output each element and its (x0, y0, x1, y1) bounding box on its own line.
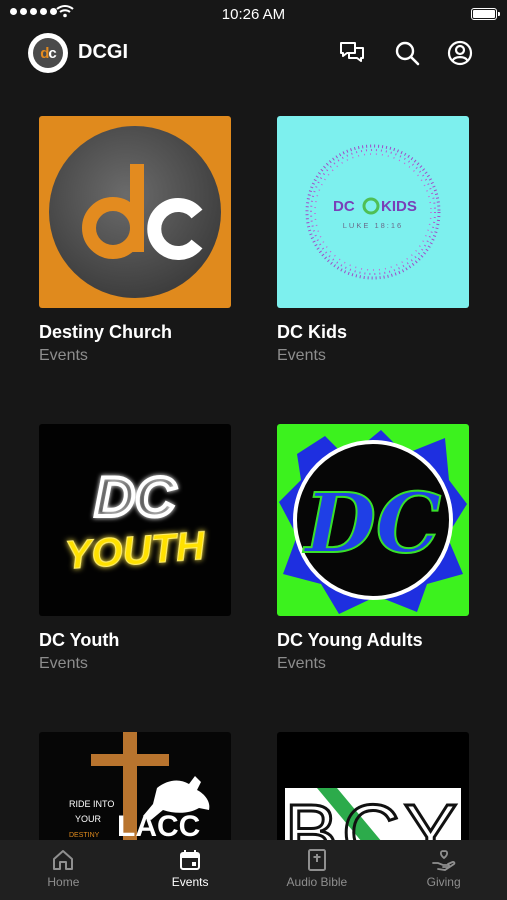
dc-young-adults-logo-dc: DC (303, 476, 441, 572)
account-icon[interactable] (446, 39, 474, 67)
app-title: DCGI (78, 41, 128, 63)
tab-label: Audio Bible (286, 875, 348, 889)
tab-giving[interactable]: Giving (380, 840, 507, 900)
dc-youth-logo-dc: DC (95, 465, 177, 528)
tab-label: Home (47, 875, 80, 889)
group-name: DC Youth (39, 630, 120, 650)
lacc-logo-line-1: RIDE INTO (69, 799, 114, 809)
group-subtitle: Events (39, 347, 88, 364)
dc-kids-logo: DC KIDS LUKE 18:16 (277, 116, 469, 308)
status-time: 10:26 AM (221, 6, 286, 23)
chat-icon[interactable] (338, 39, 366, 67)
group-name: Destiny Church (39, 322, 173, 342)
dc-kids-logo-dc: DC (333, 198, 355, 215)
group-card-dc-kids[interactable]: DC KIDS LUKE 18:16 DC Kids Events (277, 116, 469, 365)
lacc-logo-line-3: DESTINY (69, 832, 100, 839)
giving-hand-icon (431, 850, 455, 871)
battery-icon (471, 8, 500, 20)
group-card-destiny-church[interactable]: Destiny Church Events (39, 116, 231, 365)
dc-young-adults-logo-art: DC (279, 430, 467, 614)
destiny-church-logo-art (49, 126, 221, 298)
group-card-dc-youth[interactable]: DC YOUTH DC Youth Events (39, 424, 231, 673)
logo-letter-d: d (40, 44, 49, 62)
dc-youth-logo-youth: YOUTH (63, 524, 207, 578)
logo-letter-c: c (48, 44, 56, 62)
dc-kids-logo-art: DC KIDS LUKE 18:16 (305, 144, 441, 280)
app-logo[interactable]: dc (28, 33, 68, 73)
status-bar: 10:26 AM (0, 0, 507, 28)
app-header: dc DCGI (0, 30, 507, 78)
tab-label: Events (171, 875, 209, 889)
tab-audio-bible[interactable]: Audio Bible (254, 840, 381, 900)
dc-kids-logo-kids: KIDS (381, 198, 417, 215)
tab-events[interactable]: Events (127, 840, 254, 900)
group-subtitle: Events (277, 347, 326, 364)
tab-label: Giving (426, 875, 461, 889)
calendar-icon (180, 850, 201, 870)
app-logo-mark: dc (33, 38, 63, 68)
group-subtitle: Events (277, 655, 326, 672)
bottom-tab-bar: Home Events Audio Bible Giving (0, 840, 507, 900)
lacc-logo-word: LACC (117, 810, 200, 843)
dc-kids-logo-tagline: LUKE 18:16 (343, 221, 403, 230)
lacc-logo-line-2: YOUR (75, 814, 102, 824)
dc-young-adults-logo: DC (277, 424, 469, 616)
dc-youth-neon-logo: DC YOUTH (39, 424, 231, 616)
tab-home[interactable]: Home (0, 840, 127, 900)
home-icon (53, 850, 74, 870)
group-subtitle: Events (39, 655, 88, 672)
group-card-dc-young-adults[interactable]: DC DC Young Adults Events (277, 424, 469, 673)
search-icon[interactable] (393, 39, 421, 67)
group-name: DC Kids (277, 322, 348, 342)
destiny-church-logo (39, 116, 231, 308)
group-name: DC Young Adults (277, 630, 423, 650)
dc-youth-logo-art: DC YOUTH (63, 463, 208, 578)
bible-icon (307, 849, 326, 871)
